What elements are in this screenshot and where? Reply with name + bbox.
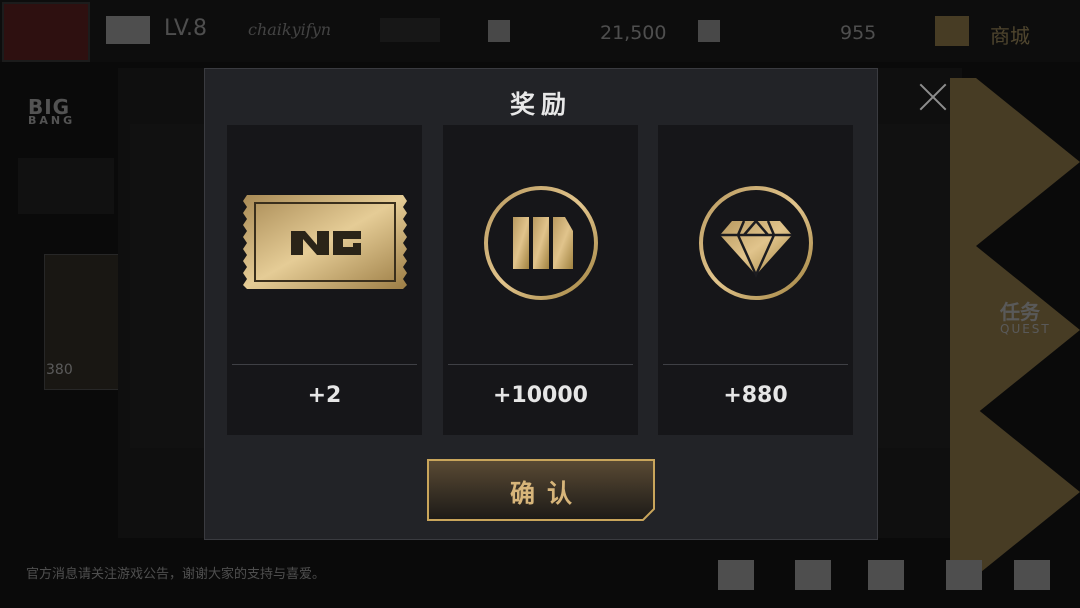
reward-amount: +2	[307, 383, 342, 408]
reward-divider	[663, 364, 848, 365]
quest-sub-label: QUEST	[1000, 322, 1051, 336]
settings-icon[interactable]	[795, 560, 831, 590]
right-arrow-decoration	[950, 408, 1080, 576]
player-name: chaikyifyn	[248, 20, 332, 39]
notes-icon[interactable]	[946, 560, 982, 590]
confirm-button[interactable]: 确认	[427, 459, 655, 521]
ticket-icon	[243, 195, 407, 289]
card-price: 380	[46, 362, 73, 378]
level-icon	[106, 16, 150, 44]
reward-modal: 奖励 +2 +10000 +880 确认	[204, 68, 878, 540]
top-bar	[0, 0, 1080, 62]
reward-card: +880	[658, 125, 853, 435]
close-icon[interactable]	[918, 82, 948, 112]
reward-amount: +880	[723, 383, 788, 408]
shop-button[interactable]: 商城	[990, 20, 1030, 49]
coin-icon	[488, 20, 510, 42]
brand-logo: BIG BANG	[28, 95, 76, 127]
reward-divider	[232, 364, 417, 365]
diamond-icon	[699, 186, 813, 300]
reward-card: +10000	[443, 125, 638, 435]
reward-divider	[448, 364, 633, 365]
level-text: LV.8	[164, 16, 208, 41]
quest-button[interactable]: 任务	[1000, 296, 1040, 325]
confirm-label: 确认	[509, 479, 584, 508]
modal-title: 奖励	[509, 90, 572, 119]
coin-icon	[484, 186, 598, 300]
side-tab[interactable]	[18, 158, 114, 214]
news-ticker: 官方消息请关注游戏公告，谢谢大家的支持与喜爱。	[26, 567, 326, 582]
gems-count: 955	[840, 22, 877, 44]
coins-count: 21,500	[600, 22, 667, 44]
right-arrow-decoration	[950, 78, 1080, 246]
topbar-placeholder	[380, 18, 440, 42]
reward-card: +2	[227, 125, 422, 435]
diamond-icon	[698, 20, 720, 42]
shop-cart-icon[interactable]	[935, 16, 969, 46]
gift-icon[interactable]	[868, 560, 904, 590]
avatar[interactable]	[2, 2, 90, 62]
tools-icon[interactable]	[1014, 560, 1050, 590]
reward-amount: +10000	[493, 383, 588, 408]
mail-icon[interactable]	[718, 560, 754, 590]
